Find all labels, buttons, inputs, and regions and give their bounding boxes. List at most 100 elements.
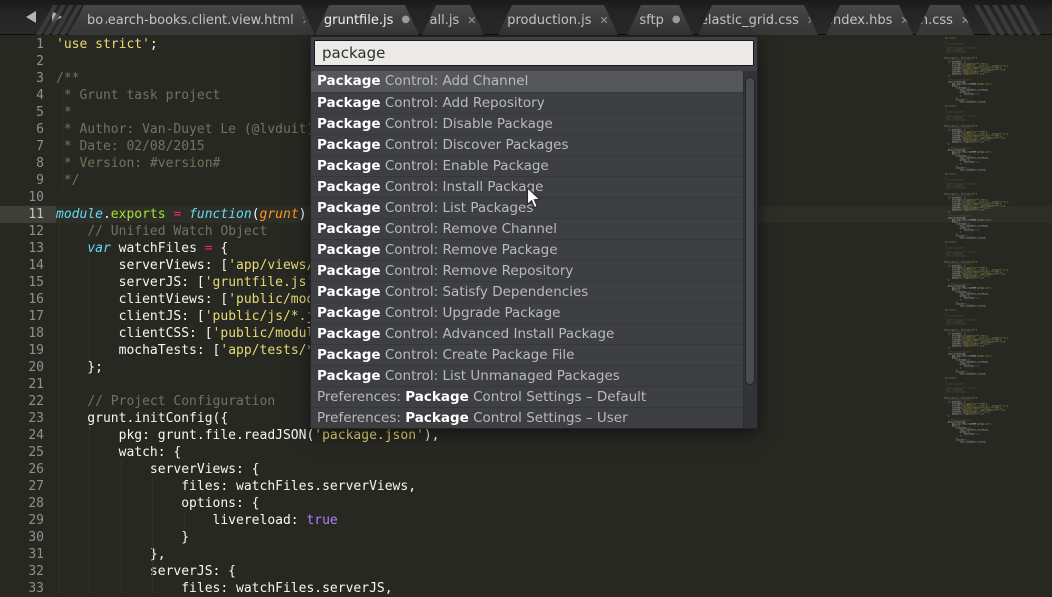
line-number[interactable]: 12: [0, 223, 56, 240]
tab-label: production.js: [507, 13, 591, 28]
code-token: true: [306, 513, 337, 528]
palette-scrollbar-thumb[interactable]: [745, 77, 755, 385]
code-line[interactable]: 32 serverJS: {: [0, 563, 1052, 580]
tab-elastic_grid.css[interactable]: elastic_grid.css✕: [698, 5, 818, 35]
line-number[interactable]: 28: [0, 495, 56, 512]
code-token: /**: [56, 71, 79, 86]
line-number[interactable]: 16: [0, 291, 56, 308]
line-number[interactable]: 15: [0, 274, 56, 291]
palette-item[interactable]: Package Control: List Unmanaged Packages: [311, 365, 757, 386]
palette-item[interactable]: Package Control: Add Repository: [311, 92, 757, 113]
palette-item[interactable]: Package Control: Satisfy Dependencies: [311, 281, 757, 302]
palette-item[interactable]: Package Control: Install Package: [311, 176, 757, 197]
tab-gruntfile.js[interactable]: gruntfile.js●: [315, 5, 419, 35]
palette-item[interactable]: Package Control: Advanced Install Packag…: [311, 323, 757, 344]
tab-bar: bosearch-books.client.view.html✕gruntfil…: [0, 0, 1052, 35]
code-line[interactable]: 31 },: [0, 546, 1052, 563]
line-number[interactable]: 18: [0, 325, 56, 342]
code-text: *: [56, 104, 72, 121]
palette-item[interactable]: Preferences: Package Control Settings – …: [311, 407, 757, 428]
close-icon[interactable]: ✕: [900, 15, 909, 26]
code-token: grunt.initConfig({: [56, 411, 228, 426]
line-number[interactable]: 26: [0, 461, 56, 478]
line-number[interactable]: 22: [0, 393, 56, 410]
line-number[interactable]: 25: [0, 444, 56, 461]
close-icon[interactable]: ✕: [467, 15, 476, 26]
palette-item[interactable]: Package Control: Enable Package: [311, 155, 757, 176]
indent-guide: [89, 257, 90, 359]
tab-index.hbs[interactable]: index.hbs✕: [826, 5, 913, 35]
tab-n.css[interactable]: n.css✕: [916, 5, 974, 35]
line-number[interactable]: 3: [0, 70, 56, 87]
line-number[interactable]: 9: [0, 172, 56, 189]
code-token: */: [56, 173, 79, 188]
palette-item-text: Package: [317, 116, 381, 132]
palette-item[interactable]: Package Control: Add Channel: [311, 71, 757, 92]
tab-production.js[interactable]: production.js ✕: [498, 5, 618, 35]
minimap[interactable]: 'use strict'; /** * Grunt task project *…: [944, 37, 1046, 589]
code-line[interactable]: 27 files: watchFiles.serverViews,: [0, 478, 1052, 495]
line-number[interactable]: 2: [0, 53, 56, 70]
indent-guide: [59, 223, 60, 593]
tab-sftp[interactable]: sftp●: [627, 5, 693, 35]
palette-item-text: Control: Enable Package: [381, 158, 549, 174]
line-number[interactable]: 30: [0, 529, 56, 546]
code-line[interactable]: 25 watch: {: [0, 444, 1052, 461]
tab-all.js[interactable]: all.js✕: [422, 5, 484, 35]
palette-item-text: Control: Add Channel: [381, 73, 529, 89]
code-token: =: [205, 241, 213, 256]
code-token: .: [103, 207, 111, 222]
close-icon[interactable]: ✕: [600, 15, 609, 26]
line-number[interactable]: 31: [0, 546, 56, 563]
palette-item-text: Control: List Packages: [381, 200, 534, 216]
code-line[interactable]: 26 serverViews: {: [0, 461, 1052, 478]
code-token: serverJS: [: [56, 275, 205, 290]
line-number[interactable]: 33: [0, 580, 56, 597]
line-number[interactable]: 29: [0, 512, 56, 529]
close-icon[interactable]: ✕: [807, 15, 816, 26]
line-number[interactable]: 11: [0, 206, 56, 223]
palette-item-text: Package: [317, 305, 381, 321]
palette-item[interactable]: Package Control: Discover Packages: [311, 134, 757, 155]
close-icon[interactable]: ✕: [961, 15, 970, 26]
line-number[interactable]: 10: [0, 189, 56, 206]
palette-scrollbar[interactable]: [743, 71, 757, 428]
tab-search-books.client.view.html[interactable]: search-books.client.view.html✕: [100, 5, 312, 35]
line-number[interactable]: 32: [0, 563, 56, 580]
code-line[interactable]: 30 }: [0, 529, 1052, 546]
line-number[interactable]: 13: [0, 240, 56, 257]
line-number[interactable]: 24: [0, 427, 56, 444]
line-number[interactable]: 14: [0, 257, 56, 274]
palette-item[interactable]: Package Control: Remove Package: [311, 239, 757, 260]
palette-item[interactable]: Package Control: Remove Repository: [311, 260, 757, 281]
line-number[interactable]: 23: [0, 410, 56, 427]
line-number[interactable]: 4: [0, 87, 56, 104]
line-number[interactable]: 17: [0, 308, 56, 325]
tab-label: sftp: [639, 13, 663, 28]
line-number[interactable]: 6: [0, 121, 56, 138]
code-line[interactable]: 28 options: {: [0, 495, 1052, 512]
line-number[interactable]: 20: [0, 359, 56, 376]
palette-item[interactable]: Preferences: Package Control Settings – …: [311, 386, 757, 407]
palette-item[interactable]: Package Control: Create Package File: [311, 344, 757, 365]
code-token: serverJS: {: [56, 564, 236, 579]
line-number[interactable]: 5: [0, 104, 56, 121]
code-line[interactable]: 29 livereload: true: [0, 512, 1052, 529]
palette-item[interactable]: Package Control: Disable Package: [311, 113, 757, 134]
minimap-content: 'use strict'; /** * Grunt task project *…: [944, 37, 1046, 443]
line-number[interactable]: 8: [0, 155, 56, 172]
code-line[interactable]: 33 files: watchFiles.serverJS,: [0, 580, 1052, 597]
code-line[interactable]: 24 pkg: grunt.file.readJSON('package.jso…: [0, 427, 1052, 444]
palette-item[interactable]: Package Control: List Packages: [311, 197, 757, 218]
line-number[interactable]: 7: [0, 138, 56, 155]
palette-item[interactable]: Package Control: Upgrade Package: [311, 302, 757, 323]
line-number[interactable]: 21: [0, 376, 56, 393]
line-number[interactable]: 19: [0, 342, 56, 359]
line-number[interactable]: 27: [0, 478, 56, 495]
line-number[interactable]: 1: [0, 36, 56, 53]
palette-item-text: Control: Add Repository: [381, 95, 545, 111]
palette-item[interactable]: Package Control: Remove Channel: [311, 218, 757, 239]
code-text: files: watchFiles.serverJS,: [56, 580, 393, 597]
code-token: files: watchFiles.serverViews,: [56, 479, 416, 494]
palette-input[interactable]: [314, 40, 754, 66]
